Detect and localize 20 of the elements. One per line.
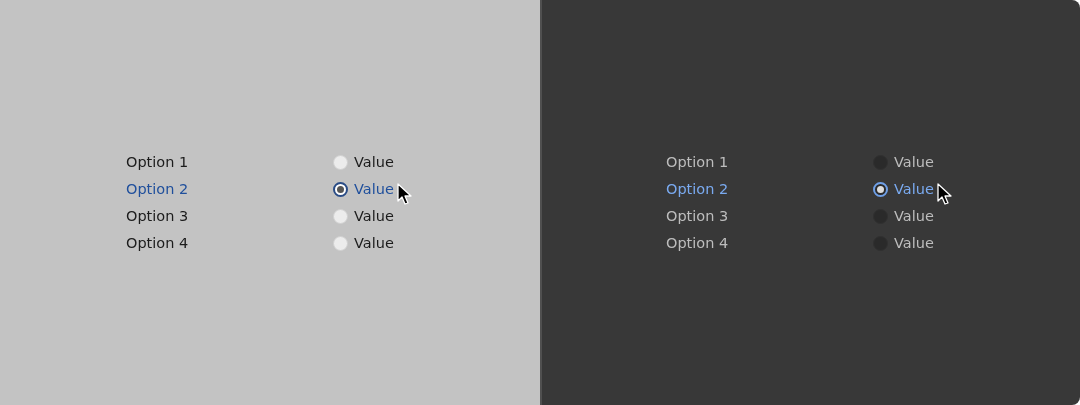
radio-label[interactable]: Value	[354, 235, 394, 251]
option-label: Option 3	[126, 208, 190, 224]
option-label: Option 2	[126, 181, 190, 197]
option-label: Option 4	[666, 235, 730, 251]
option-label: Option 4	[126, 235, 190, 251]
cursor-icon	[937, 183, 953, 207]
option-label: Option 2	[666, 181, 730, 197]
radio-button[interactable]	[873, 181, 888, 197]
radio-label[interactable]: Value	[894, 154, 934, 170]
radio-label[interactable]: Value	[894, 208, 934, 224]
radio-label[interactable]: Value	[894, 181, 934, 197]
radio-label[interactable]: Value	[354, 208, 394, 224]
option-label: Option 1	[126, 154, 190, 170]
radio-label[interactable]: Value	[354, 181, 394, 197]
radio-label[interactable]: Value	[354, 154, 394, 170]
radio-label[interactable]: Value	[894, 235, 934, 251]
option-label: Option 1	[666, 154, 730, 170]
radio-button[interactable]	[333, 181, 348, 197]
cursor-icon	[397, 183, 413, 207]
option-label: Option 3	[666, 208, 730, 224]
